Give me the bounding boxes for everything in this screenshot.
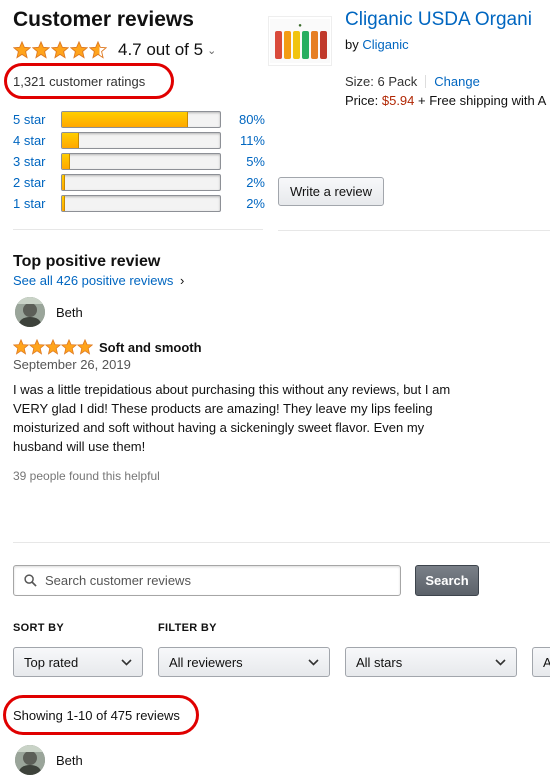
histogram-percent[interactable]: 2% — [221, 175, 265, 190]
histogram-row[interactable]: 4 star 11% — [13, 130, 265, 151]
ratings-count: 1,321 customer ratings — [13, 74, 146, 89]
sort-value: Top rated — [24, 654, 79, 670]
histogram-star-label[interactable]: 4 star — [13, 133, 61, 148]
filter-by-label: FILTER BY — [158, 622, 217, 634]
histogram-percent[interactable]: 80% — [221, 112, 265, 127]
histogram-bar-fill — [62, 154, 70, 169]
star-rating-icons — [13, 41, 108, 59]
shipping-text: + Free shipping with A — [418, 93, 547, 108]
histogram-bar-fill — [62, 175, 66, 190]
chevron-right-icon: › — [180, 273, 185, 288]
product-size: Size: 6 Pack Change — [345, 74, 480, 89]
product-price: Price: $5.94 + Free shipping with A — [345, 93, 546, 108]
star-filter-dropdown[interactable]: All stars — [345, 647, 517, 677]
chevron-down-icon — [308, 658, 319, 666]
histogram-percent[interactable]: 2% — [221, 196, 265, 211]
sort-dropdown[interactable]: Top rated — [13, 647, 143, 677]
star-full-icon — [13, 41, 31, 59]
star-full-icon — [70, 41, 88, 59]
review-title[interactable]: Soft and smooth — [99, 340, 202, 355]
review-author[interactable]: Beth — [56, 753, 83, 768]
product-byline: by Cliganic — [345, 37, 409, 52]
lip-balm-pack-image: ● — [270, 19, 330, 63]
top-positive-review-title: Top positive review — [13, 253, 161, 270]
brand-link[interactable]: Cliganic — [362, 37, 408, 52]
star-full-icon — [13, 339, 29, 355]
svg-text:●: ● — [298, 23, 302, 29]
see-all-positive-link[interactable]: See all 426 positive reviews › — [13, 273, 184, 288]
review-author[interactable]: Beth — [56, 305, 83, 320]
histogram-bar[interactable] — [61, 111, 221, 128]
histogram-row[interactable]: 5 star 80% — [13, 109, 265, 130]
chevron-down-icon: ⌄ — [207, 44, 217, 57]
histogram-star-label[interactable]: 1 star — [13, 196, 61, 211]
format-filter-dropdown[interactable]: A — [532, 647, 550, 677]
divider — [425, 75, 427, 88]
histogram-bar[interactable] — [61, 153, 221, 170]
divider — [278, 230, 550, 231]
reviewer-filter-dropdown[interactable]: All reviewers — [158, 647, 330, 677]
page-title: Customer reviews — [13, 8, 194, 31]
showing-count: Showing 1-10 of 475 reviews — [13, 708, 180, 723]
write-review-button[interactable]: Write a review — [278, 177, 384, 206]
histogram-bar-fill — [62, 196, 66, 211]
average-rating[interactable]: 4.7 out of 5 ⌄ — [13, 40, 216, 60]
avatar — [15, 745, 45, 775]
star-full-icon — [32, 41, 50, 59]
helpful-count: 39 people found this helpful — [13, 469, 160, 483]
divider — [13, 542, 550, 543]
see-all-label[interactable]: See all 426 positive reviews — [13, 273, 173, 288]
review-date: September 26, 2019 — [13, 357, 131, 372]
histogram-row[interactable]: 2 star 2% — [13, 172, 265, 193]
star-half-icon — [89, 41, 107, 59]
histogram-percent[interactable]: 5% — [221, 154, 265, 169]
search-placeholder: Search customer reviews — [45, 573, 191, 588]
star-full-icon — [29, 339, 45, 355]
by-prefix: by — [345, 37, 359, 52]
divider — [13, 229, 263, 230]
histogram-row[interactable]: 3 star 5% — [13, 151, 265, 172]
histogram-bar-fill — [62, 133, 80, 148]
search-reviews-input[interactable]: Search customer reviews — [13, 565, 401, 596]
review-stars[interactable]: Soft and smooth — [13, 339, 202, 355]
search-button[interactable]: Search — [415, 565, 479, 596]
histogram-bar[interactable] — [61, 132, 221, 149]
change-size-link[interactable]: Change — [434, 74, 480, 89]
review-body: I was a little trepidatious about purcha… — [13, 382, 451, 454]
avatar — [15, 297, 45, 327]
star-full-icon — [61, 339, 77, 355]
size-label: Size: 6 Pack — [345, 74, 418, 89]
star-full-icon — [51, 41, 69, 59]
sort-by-label: SORT BY — [13, 622, 64, 634]
histogram-bar-fill — [62, 112, 189, 127]
histogram-star-label[interactable]: 2 star — [13, 175, 61, 190]
price-label: Price: — [345, 93, 379, 108]
product-thumbnail[interactable]: ● — [268, 16, 332, 66]
histogram-bar[interactable] — [61, 195, 221, 212]
histogram-star-label[interactable]: 5 star — [13, 112, 61, 127]
histogram-bar[interactable] — [61, 174, 221, 191]
partial-value: A — [543, 654, 550, 670]
star-full-icon — [77, 339, 93, 355]
price-value: $5.94 — [381, 93, 415, 108]
avatar-image — [15, 745, 45, 775]
chevron-down-icon — [121, 658, 132, 666]
star-full-icon — [45, 339, 61, 355]
histogram-star-label[interactable]: 3 star — [13, 154, 61, 169]
product-title-link[interactable]: Cliganic USDA Organi — [345, 9, 532, 31]
avatar-image — [15, 297, 45, 327]
search-icon — [24, 574, 37, 587]
histogram-percent[interactable]: 11% — [221, 133, 265, 148]
histogram-row[interactable]: 1 star 2% — [13, 193, 265, 214]
reviewer-value: All reviewers — [169, 654, 243, 670]
rating-text: 4.7 out of 5 — [118, 40, 204, 59]
stars-value: All stars — [356, 654, 403, 670]
chevron-down-icon — [495, 658, 506, 666]
